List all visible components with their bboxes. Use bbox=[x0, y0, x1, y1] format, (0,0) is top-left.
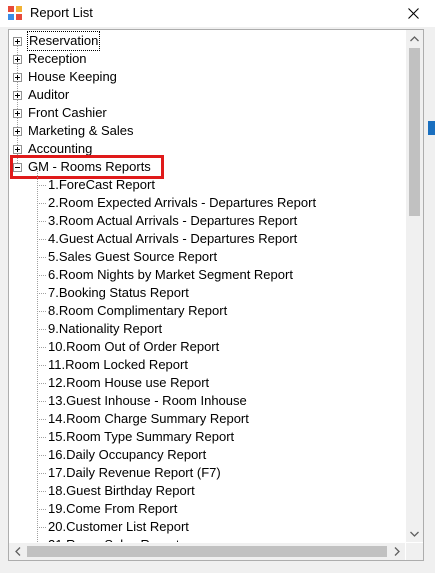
tree-node[interactable]: Marketing & Sales bbox=[9, 122, 405, 140]
window-title: Report List bbox=[30, 5, 93, 20]
tree-node[interactable]: Auditor bbox=[9, 86, 405, 104]
report-item[interactable]: 1.ForeCast Report bbox=[48, 176, 155, 194]
tree-node[interactable]: Reservation bbox=[9, 31, 405, 51]
tree-node-label: Marketing & Sales bbox=[28, 123, 134, 138]
report-item[interactable]: 9.Nationality Report bbox=[48, 320, 162, 338]
title-bar[interactable]: Report List bbox=[0, 0, 435, 27]
report-item[interactable]: 6.Room Nights by Market Segment Report bbox=[48, 266, 293, 284]
vertical-scroll-thumb[interactable] bbox=[409, 48, 420, 216]
tree-node-label: Reservation bbox=[26, 31, 101, 51]
close-icon bbox=[407, 8, 419, 19]
report-item[interactable]: 20.Customer List Report bbox=[48, 518, 189, 536]
report-item[interactable]: 11.Room Locked Report bbox=[48, 356, 188, 374]
tree-line bbox=[37, 293, 46, 294]
expand-toggle-icon[interactable] bbox=[13, 145, 22, 154]
expand-toggle-icon[interactable] bbox=[13, 127, 22, 136]
tree-line bbox=[37, 473, 46, 474]
expand-toggle-icon[interactable] bbox=[13, 91, 22, 100]
horizontal-scroll-thumb[interactable] bbox=[27, 546, 387, 557]
tree-content: Reservation Reception House Keeping Auditor… bbox=[9, 30, 405, 542]
tree-line bbox=[37, 275, 46, 276]
report-list-window: Report List Reservation Reception House Ke… bbox=[0, 0, 435, 573]
scrollbar-corner bbox=[406, 543, 423, 560]
background-tab-marker bbox=[428, 121, 435, 135]
tree-line bbox=[37, 419, 46, 420]
background-window-edge bbox=[423, 29, 435, 569]
tree-line bbox=[37, 221, 46, 222]
report-item[interactable]: 19.Come From Report bbox=[48, 500, 177, 518]
tree-line bbox=[37, 527, 46, 528]
report-item[interactable]: 17.Daily Revenue Report (F7) bbox=[48, 464, 221, 482]
scroll-right-button[interactable] bbox=[388, 543, 405, 560]
scroll-right-icon bbox=[394, 547, 400, 556]
tree-line bbox=[37, 185, 46, 186]
scroll-down-icon bbox=[410, 531, 419, 537]
tree-node-label: House Keeping bbox=[28, 69, 117, 84]
horizontal-scrollbar[interactable] bbox=[9, 543, 405, 560]
expand-toggle-icon[interactable] bbox=[13, 109, 22, 118]
report-item[interactable]: 8.Room Complimentary Report bbox=[48, 302, 227, 320]
tree-line bbox=[37, 203, 46, 204]
expand-toggle-icon[interactable] bbox=[13, 73, 22, 82]
tree-node-label: Reception bbox=[28, 51, 87, 66]
report-tree[interactable]: Reservation Reception House Keeping Auditor… bbox=[8, 29, 424, 561]
report-item[interactable]: 12.Room House use Report bbox=[48, 374, 209, 392]
scroll-down-button[interactable] bbox=[406, 525, 423, 542]
close-button[interactable] bbox=[391, 0, 435, 27]
tree-line bbox=[37, 168, 38, 542]
scroll-left-button[interactable] bbox=[9, 543, 26, 560]
report-item[interactable]: 14.Room Charge Summary Report bbox=[48, 410, 249, 428]
report-item[interactable]: 16.Daily Occupancy Report bbox=[48, 446, 206, 464]
expand-toggle-icon[interactable] bbox=[13, 37, 22, 46]
scroll-left-icon bbox=[14, 547, 20, 556]
report-item[interactable]: 5.Sales Guest Source Report bbox=[48, 248, 217, 266]
report-item[interactable]: 3.Room Actual Arrivals - Departures Repo… bbox=[48, 212, 297, 230]
tree-line bbox=[37, 329, 46, 330]
report-item[interactable]: 2.Room Expected Arrivals - Departures Re… bbox=[48, 194, 316, 212]
tree-line bbox=[37, 239, 46, 240]
tree-node[interactable]: House Keeping bbox=[9, 68, 405, 86]
scroll-up-icon bbox=[410, 35, 419, 41]
tree-line bbox=[37, 491, 46, 492]
tree-node-label: Auditor bbox=[28, 87, 70, 102]
tree-line bbox=[37, 455, 46, 456]
tree-line bbox=[37, 311, 46, 312]
report-item[interactable]: 7.Booking Status Report bbox=[48, 284, 189, 302]
scroll-up-button[interactable] bbox=[406, 30, 423, 47]
report-list-app-icon bbox=[8, 6, 22, 20]
tree-node-label: Front Cashier bbox=[28, 105, 107, 120]
tree-line bbox=[37, 509, 46, 510]
report-item[interactable]: 10.Room Out of Order Report bbox=[48, 338, 219, 356]
tree-node[interactable]: Front Cashier bbox=[9, 104, 405, 122]
report-item[interactable]: 18.Guest Birthday Report bbox=[48, 482, 195, 500]
tree-node[interactable]: Reception bbox=[9, 50, 405, 68]
vertical-scrollbar[interactable] bbox=[406, 30, 423, 542]
tree-line bbox=[37, 401, 46, 402]
report-item[interactable]: 15.Room Type Summary Report bbox=[48, 428, 234, 446]
report-item[interactable]: 13.Guest Inhouse - Room Inhouse bbox=[48, 392, 247, 410]
report-item[interactable]: 4.Guest Actual Arrivals - Departures Rep… bbox=[48, 230, 297, 248]
tree-line bbox=[37, 365, 46, 366]
report-item[interactable]: 21.Room Sales Report bbox=[48, 536, 180, 542]
tree-line bbox=[37, 383, 46, 384]
tree-line bbox=[37, 257, 46, 258]
tree-line bbox=[37, 347, 46, 348]
expand-toggle-icon[interactable] bbox=[13, 55, 22, 64]
tree-line bbox=[37, 437, 46, 438]
